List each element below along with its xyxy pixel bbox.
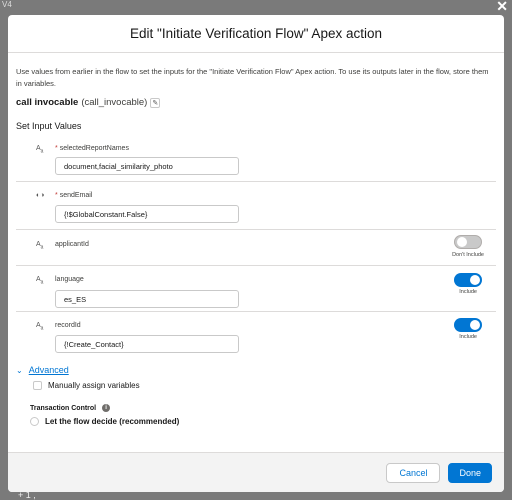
- param-label: recordId: [55, 322, 81, 329]
- toggle-knob: [470, 320, 480, 330]
- param-label: * sendEmail: [55, 192, 93, 199]
- done-button[interactable]: Done: [448, 462, 492, 483]
- recordId-include-toggle[interactable]: [454, 318, 482, 332]
- let-flow-decide-radio[interactable]: [30, 417, 39, 426]
- modal-footer: Cancel Done: [8, 452, 504, 492]
- advanced-section-toggle[interactable]: ⌄ Advanced: [16, 365, 496, 375]
- manually-assign-checkbox[interactable]: [33, 381, 42, 390]
- param-row-recordId: Aa recordId {!Create_Contact} Include: [16, 312, 496, 359]
- api-name-row: call invocable (call_invocable) ✎: [16, 97, 496, 108]
- advanced-link[interactable]: Advanced: [29, 365, 69, 375]
- recordId-input[interactable]: {!Create_Contact}: [55, 335, 239, 353]
- param-label: * selectedReportNames: [55, 145, 129, 152]
- transaction-control-heading: Transaction Control i: [30, 404, 496, 412]
- manually-assign-row: Manually assign variables: [33, 381, 496, 390]
- action-api-name: (call_invocable): [81, 97, 148, 108]
- param-label: applicantId: [55, 241, 89, 248]
- text-type-icon: Aa: [36, 241, 44, 251]
- transaction-control-label: Transaction Control: [30, 404, 97, 412]
- param-row-language: Aa language es_ES Include: [16, 266, 496, 312]
- toggle-label: Include: [459, 289, 477, 295]
- param-label: language: [55, 276, 84, 283]
- radio-label: Let the flow decide (recommended): [45, 417, 180, 426]
- modal-header: Edit "Initiate Verification Flow" Apex a…: [8, 15, 504, 53]
- toggle-label: Include: [459, 334, 477, 340]
- text-type-icon: Aa: [36, 322, 44, 332]
- toggle-knob: [457, 237, 467, 247]
- manually-assign-label: Manually assign variables: [48, 381, 140, 390]
- param-row-selectedReportNames: Aa * selectedReportNames document,facial…: [16, 135, 496, 182]
- sendEmail-input[interactable]: {!$GlobalConstant.False}: [55, 205, 239, 223]
- param-row-sendEmail: ◐◑ * sendEmail {!$GlobalConstant.False}: [16, 182, 496, 230]
- language-input[interactable]: es_ES: [55, 290, 239, 308]
- action-label: call invocable: [16, 97, 79, 108]
- transaction-radio-row: Let the flow decide (recommended): [30, 417, 496, 426]
- close-icon[interactable]: ✕: [496, 0, 508, 15]
- chevron-down-icon: ⌄: [16, 365, 23, 375]
- language-include-toggle[interactable]: [454, 273, 482, 287]
- info-icon[interactable]: i: [102, 404, 111, 412]
- version-label: V4: [2, 0, 12, 9]
- edit-action-modal: Edit "Initiate Verification Flow" Apex a…: [8, 15, 504, 492]
- text-type-icon: Aa: [36, 276, 44, 286]
- edit-pencil-icon[interactable]: ✎: [150, 97, 161, 108]
- selectedReportNames-input[interactable]: document,facial_similarity_photo: [55, 157, 239, 175]
- section-title: Set Input Values: [16, 121, 82, 131]
- boolean-type-icon: ◐◑: [36, 192, 45, 199]
- param-row-applicantId: Aa applicantId Don't Include: [16, 230, 496, 266]
- cancel-button[interactable]: Cancel: [386, 462, 441, 483]
- modal-body: Use values from earlier in the flow to s…: [8, 53, 504, 452]
- modal-title: Edit "Initiate Verification Flow" Apex a…: [130, 26, 382, 41]
- text-type-icon: Aa: [36, 145, 44, 155]
- toggle-knob: [470, 275, 480, 285]
- toggle-label: Don't Include: [452, 252, 484, 258]
- modal-description: Use values from earlier in the flow to s…: [16, 67, 489, 88]
- applicantId-include-toggle[interactable]: [454, 235, 482, 249]
